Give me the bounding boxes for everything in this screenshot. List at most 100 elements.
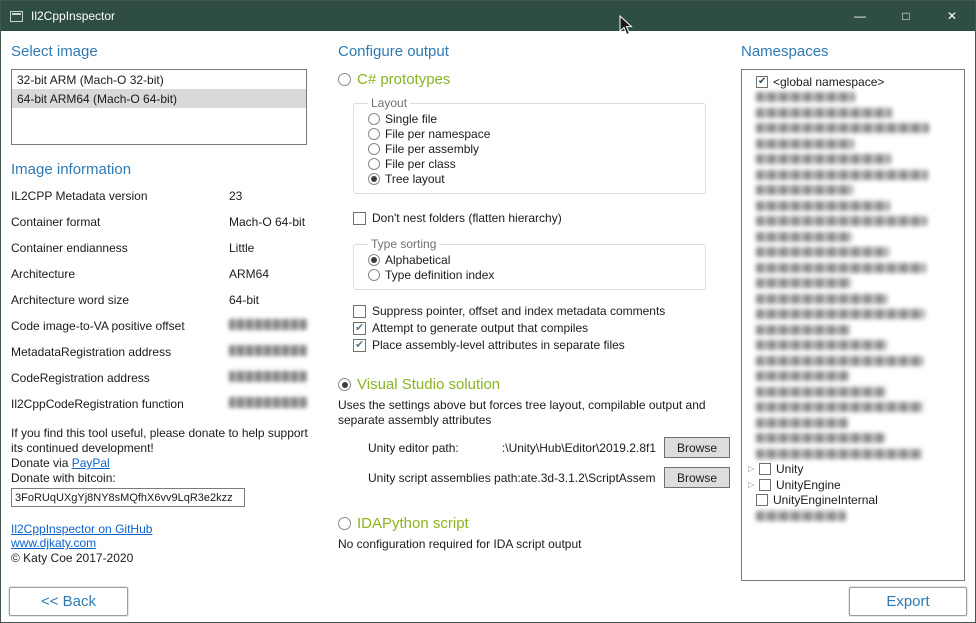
- namespace-item[interactable]: [744, 353, 962, 369]
- namespace-item[interactable]: [744, 105, 962, 121]
- namespace-item[interactable]: [744, 307, 962, 323]
- donate-via-prefix: Donate via: [11, 456, 72, 470]
- namespace-item[interactable]: ▷Unity: [744, 462, 962, 478]
- layout-option[interactable]: File per class: [368, 156, 697, 171]
- browse-assemblies-path-button[interactable]: Browse: [664, 467, 730, 488]
- info-row: Architecture word size64-bit: [11, 293, 311, 319]
- info-row: Container formatMach-O 64-bit: [11, 215, 311, 241]
- expander-icon[interactable]: ▷: [748, 465, 759, 473]
- namespace-item[interactable]: [744, 508, 962, 524]
- minimize-button[interactable]: —: [837, 1, 883, 31]
- checkbox-label: Place assembly-level attributes in separ…: [372, 338, 625, 352]
- radio-csharp-prototypes[interactable]: C# prototypes: [338, 71, 732, 88]
- checkbox-icon: [353, 212, 366, 225]
- layout-option[interactable]: File per namespace: [368, 126, 697, 141]
- namespace-item[interactable]: [744, 400, 962, 416]
- namespace-checkbox[interactable]: [759, 463, 771, 475]
- redacted-namespace: [756, 216, 927, 226]
- namespace-item[interactable]: [744, 369, 962, 385]
- configure-output-title: Configure output: [338, 43, 732, 60]
- namespace-item[interactable]: [744, 431, 962, 447]
- radio-icon: [368, 254, 380, 266]
- website-link[interactable]: www.djkaty.com: [11, 536, 96, 550]
- redacted-namespace: [756, 511, 846, 521]
- namespace-item[interactable]: [744, 245, 962, 261]
- back-button[interactable]: << Back: [9, 587, 128, 616]
- image-list-item[interactable]: 64-bit ARM64 (Mach-O 64-bit): [12, 89, 306, 108]
- namespace-item[interactable]: [744, 415, 962, 431]
- info-value-redacted: [229, 345, 307, 356]
- namespace-item[interactable]: [744, 183, 962, 199]
- checkbox-generate-compiles[interactable]: Attempt to generate output that compiles: [353, 321, 732, 335]
- namespace-item[interactable]: UnityEngineInternal: [744, 493, 962, 509]
- redacted-namespace: [756, 402, 923, 412]
- maximize-button[interactable]: □: [883, 1, 929, 31]
- window-title: Il2CppInspector: [31, 9, 115, 23]
- info-label: Architecture word size: [11, 293, 229, 307]
- namespace-checkbox[interactable]: [759, 479, 771, 491]
- redacted-namespace: [756, 433, 885, 443]
- namespace-item[interactable]: [744, 198, 962, 214]
- namespace-list[interactable]: <global namespace> ▷Unity▷UnityEngineUnit…: [741, 69, 965, 581]
- donate-via-line: Donate via PayPal: [11, 456, 311, 471]
- checkbox-flatten-hierarchy[interactable]: Don't nest folders (flatten hierarchy): [353, 211, 732, 225]
- namespace-item[interactable]: [744, 276, 962, 292]
- namespace-checkbox[interactable]: [756, 76, 768, 88]
- info-row: Container endiannessLittle: [11, 241, 311, 267]
- namespace-item[interactable]: [744, 338, 962, 354]
- namespace-item[interactable]: [744, 90, 962, 106]
- namespaces-title: Namespaces: [741, 43, 967, 60]
- info-row: Code image-to-VA positive offset: [11, 319, 311, 345]
- radio-label: File per class: [385, 157, 456, 171]
- paypal-link[interactable]: PayPal: [72, 456, 110, 470]
- redacted-namespace: [756, 92, 855, 102]
- namespace-item[interactable]: [744, 152, 962, 168]
- namespace-item[interactable]: [744, 229, 962, 245]
- radio-label: Alphabetical: [385, 253, 450, 267]
- namespace-item[interactable]: [744, 446, 962, 462]
- info-value-redacted: [229, 371, 307, 382]
- image-list-item[interactable]: 32-bit ARM (Mach-O 32-bit): [12, 70, 306, 89]
- close-button[interactable]: ✕: [929, 1, 975, 31]
- namespace-item[interactable]: [744, 322, 962, 338]
- sorting-option[interactable]: Type definition index: [368, 267, 697, 282]
- namespace-item[interactable]: [744, 121, 962, 137]
- info-row: IL2CPP Metadata version23: [11, 189, 311, 215]
- layout-option[interactable]: File per assembly: [368, 141, 697, 156]
- browse-editor-path-button[interactable]: Browse: [664, 437, 730, 458]
- script-assemblies-path-value[interactable]: ate.3d-3.1.2\ScriptAssemblies: [521, 471, 656, 485]
- namespace-item[interactable]: <global namespace>: [744, 74, 962, 90]
- csharp-prototypes-label: C# prototypes: [357, 71, 450, 88]
- configure-output-panel: Configure output C# prototypes Layout Si…: [338, 43, 732, 552]
- layout-option[interactable]: Single file: [368, 111, 697, 126]
- bitcoin-address-input[interactable]: [11, 488, 245, 507]
- title-bar: Il2CppInspector — □ ✕: [1, 1, 975, 31]
- namespace-item[interactable]: [744, 167, 962, 183]
- namespace-item[interactable]: [744, 214, 962, 230]
- expander-icon[interactable]: ▷: [748, 481, 759, 489]
- radio-idapython-script[interactable]: IDAPython script: [338, 515, 732, 532]
- sorting-option[interactable]: Alphabetical: [368, 252, 697, 267]
- namespace-item[interactable]: [744, 260, 962, 276]
- image-list[interactable]: 32-bit ARM (Mach-O 32-bit)64-bit ARM64 (…: [11, 69, 307, 145]
- namespace-item[interactable]: [744, 384, 962, 400]
- github-link[interactable]: Il2CppInspector on GitHub: [11, 522, 152, 536]
- info-label: Container endianness: [11, 241, 229, 255]
- radio-icon: [368, 269, 380, 281]
- info-value-redacted: [229, 397, 307, 408]
- namespace-item[interactable]: [744, 291, 962, 307]
- unity-editor-path-value[interactable]: :\Unity\Hub\Editor\2019.2.8f1: [459, 441, 656, 455]
- radio-icon: [368, 158, 380, 170]
- export-button[interactable]: Export: [849, 587, 967, 616]
- radio-visual-studio-solution[interactable]: Visual Studio solution: [338, 376, 732, 393]
- checkbox-suppress-comments[interactable]: Suppress pointer, offset and index metad…: [353, 304, 732, 318]
- namespace-item[interactable]: [744, 136, 962, 152]
- info-label: Architecture: [11, 267, 229, 281]
- checkbox-separate-attributes[interactable]: Place assembly-level attributes in separ…: [353, 338, 732, 352]
- layout-option[interactable]: Tree layout: [368, 171, 697, 186]
- namespace-item[interactable]: ▷UnityEngine: [744, 477, 962, 493]
- redacted-namespace: [756, 185, 853, 195]
- image-info-title: Image information: [11, 161, 311, 178]
- namespace-checkbox[interactable]: [756, 494, 768, 506]
- info-label: Code image-to-VA positive offset: [11, 319, 229, 333]
